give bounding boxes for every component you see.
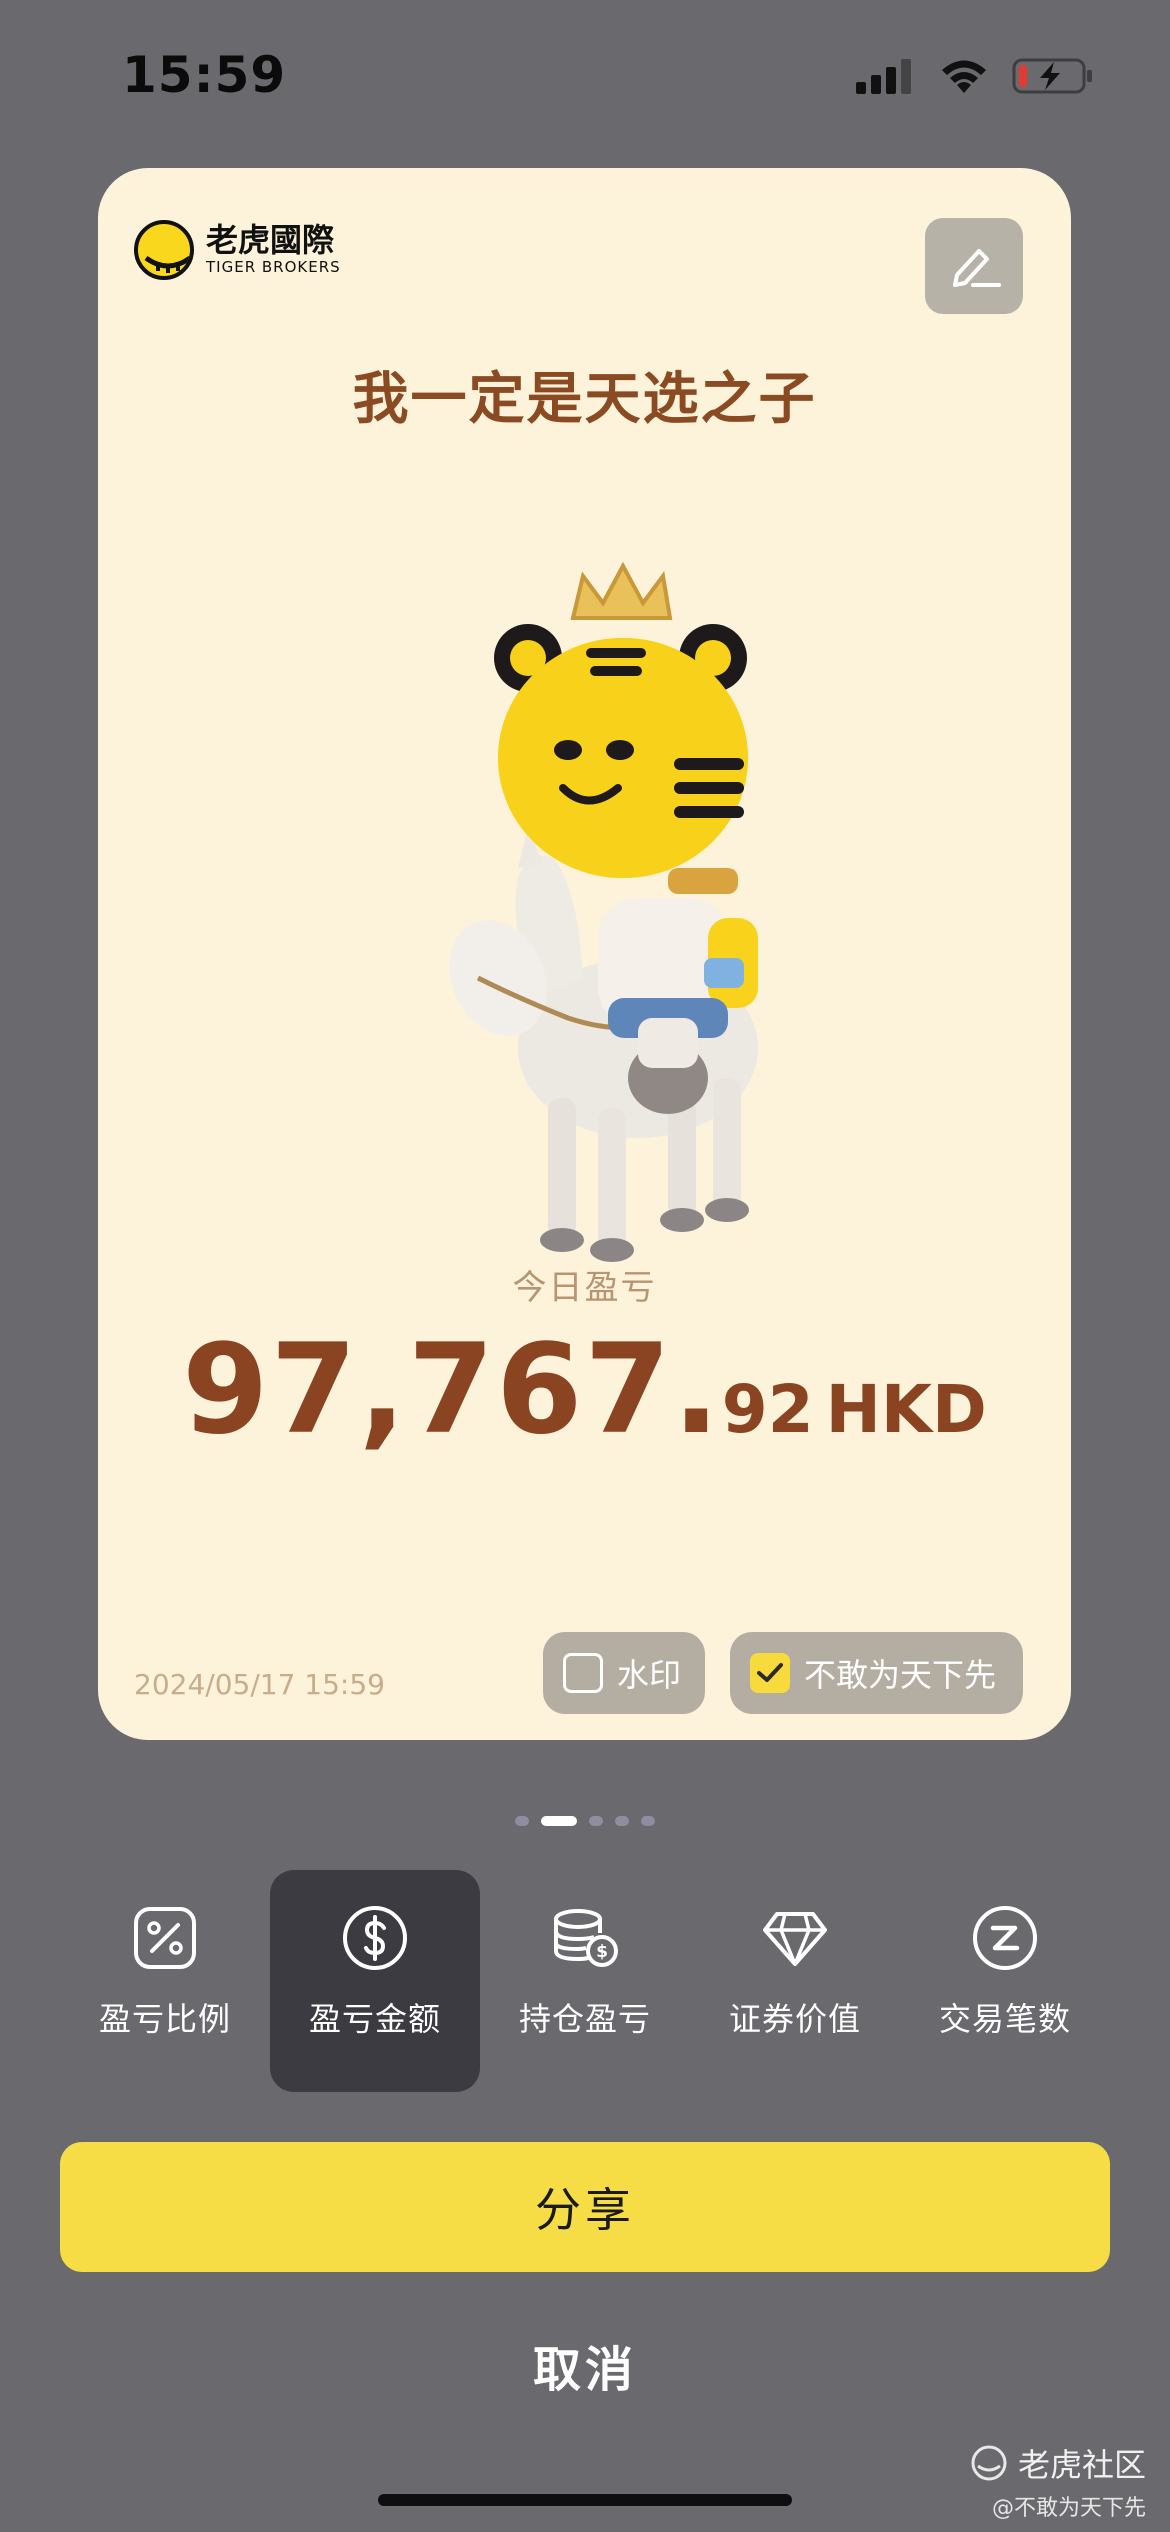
tiger-community-logo-icon	[971, 2445, 1007, 2481]
option-label: 盈亏比例	[98, 2000, 231, 2038]
option-label: 盈亏金额	[308, 2000, 441, 2038]
checkmark-icon	[757, 1663, 783, 1682]
coins-stack-icon: $	[549, 1902, 621, 1974]
option-position-pnl[interactable]: $ 持仓盈亏	[480, 1870, 690, 2092]
option-trade-count[interactable]: 交易笔数	[900, 1870, 1110, 2092]
brand-name-en: TIGER BROKERS	[206, 258, 341, 276]
page-dot[interactable]	[641, 1816, 655, 1826]
watermark-label: 水印	[617, 1656, 682, 1694]
svg-text:$: $	[596, 1942, 608, 1962]
battery-charging-icon	[1012, 58, 1092, 94]
community-username: @不敢为天下先	[991, 2496, 1146, 2521]
page-indicator	[0, 1816, 1170, 1826]
card-title: 我一定是天选之子	[352, 367, 817, 432]
share-button[interactable]: 分享	[60, 2142, 1110, 2272]
option-label: 证券价值	[728, 2000, 861, 2038]
pnl-value-integer: 97,767.	[182, 1318, 722, 1462]
page-dot[interactable]	[589, 1816, 603, 1826]
cancel-button[interactable]: 取消	[0, 2330, 1170, 2400]
option-securities-value[interactable]: 证券价值	[690, 1870, 900, 2092]
dollar-icon	[339, 1902, 411, 1974]
pnl-value-decimal: 92	[721, 1371, 814, 1448]
share-sheet-screen: 15:59 老虎國際 TIGER BROKERS 我一定是天选之子 今日盈亏 9…	[0, 0, 1170, 2532]
edit-pencil-icon	[953, 249, 1001, 287]
page-dot-active[interactable]	[541, 1816, 577, 1826]
tiger-logo-icon	[134, 220, 194, 280]
brand-name-cn: 老虎國際	[206, 221, 335, 259]
card-date: 2024/05/17 15:59	[134, 1668, 385, 1701]
z-circle-icon	[969, 1902, 1041, 1974]
brand-text: 老虎國際 TIGER BROKERS	[206, 223, 341, 277]
watermark-toggle[interactable]: 水印	[543, 1632, 705, 1714]
slogan-toggle[interactable]: 不敢为天下先	[730, 1632, 1023, 1714]
pnl-value: 97,767.92 HKD	[98, 1318, 1071, 1462]
pnl-label: 今日盈亏	[512, 1268, 657, 1308]
diamond-icon	[759, 1902, 831, 1974]
option-pnl-amount[interactable]: 盈亏金额	[270, 1870, 480, 2092]
pnl-currency: HKD	[825, 1371, 987, 1448]
community-watermark: 老虎社区	[970, 2440, 1146, 2486]
wifi-icon	[942, 60, 986, 93]
share-card: 老虎國際 TIGER BROKERS 我一定是天选之子 今日盈亏 97,767.…	[98, 168, 1071, 1740]
card-type-options: 盈亏比例 盈亏金额 $ 持仓盈亏 证券价值 交易笔数	[60, 1870, 1110, 2092]
status-icons	[856, 56, 1094, 96]
page-dot[interactable]	[515, 1816, 529, 1826]
home-indicator[interactable]	[378, 2494, 792, 2506]
status-time: 15:59	[122, 46, 287, 104]
page-dot[interactable]	[615, 1816, 629, 1826]
edit-button[interactable]	[925, 218, 1023, 314]
slogan-label: 不敢为天下先	[804, 1656, 997, 1694]
option-label: 持仓盈亏	[518, 2000, 651, 2038]
community-name: 老虎社区	[1017, 2446, 1146, 2484]
slogan-checkbox[interactable]	[750, 1653, 790, 1693]
tiger-mascot-illustration	[449, 561, 758, 1262]
option-label: 交易笔数	[938, 2000, 1071, 2038]
watermark-checkbox[interactable]	[563, 1653, 603, 1693]
brand-logo: 老虎國際 TIGER BROKERS	[134, 220, 341, 280]
cellular-signal-icon	[856, 59, 911, 94]
option-pnl-ratio[interactable]: 盈亏比例	[60, 1870, 270, 2092]
percent-icon	[129, 1902, 201, 1974]
